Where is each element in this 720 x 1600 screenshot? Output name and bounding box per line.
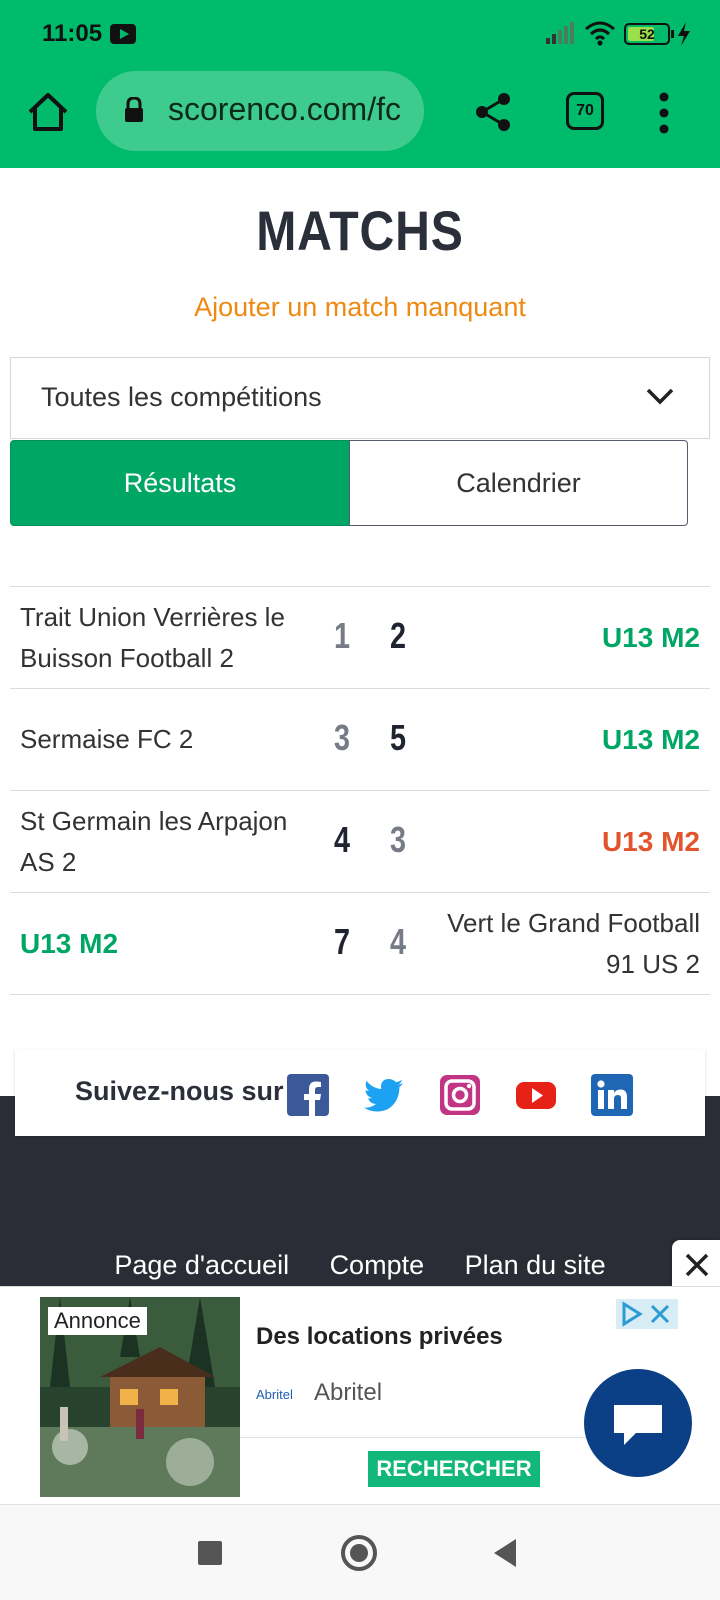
home-score: 4 [333, 819, 351, 860]
match-list: Trait Union Verrières le Buisson Footbal… [10, 586, 710, 995]
away-team: U13 M2 [601, 826, 700, 857]
away-score: 4 [389, 921, 407, 962]
youtube-notification-icon [110, 24, 136, 44]
adchoices-icon[interactable] [616, 1299, 678, 1329]
system-nav-bar [0, 1504, 720, 1600]
follow-label: Suivez-nous sur [75, 1076, 284, 1106]
share-icon[interactable] [474, 92, 512, 132]
ad-brand-logo: Abritel [256, 1387, 293, 1402]
back-icon[interactable] [494, 1539, 516, 1567]
match-row[interactable]: Trait Union Verrières le Buisson Footbal… [10, 587, 710, 689]
battery-percent: 52 [639, 26, 655, 42]
charging-icon [678, 22, 690, 46]
chat-icon[interactable] [584, 1369, 692, 1477]
close-ad-icon[interactable] [672, 1240, 720, 1288]
home-team: Trait Union Verrières le Buisson Footbal… [20, 602, 285, 673]
ad-divider [240, 1437, 600, 1438]
away-team: Vert le Grand Football 91 US 2 [447, 908, 700, 979]
twitter-icon[interactable] [363, 1074, 405, 1116]
page-title: MATCHS [256, 199, 464, 262]
match-row[interactable]: U13 M2 7 4 Vert le Grand Football 91 US … [10, 893, 710, 995]
home-team: U13 M2 [20, 928, 119, 959]
status-time: 11:05 [42, 20, 103, 47]
footer-link-account[interactable]: Compte [330, 1250, 425, 1281]
lock-icon [125, 97, 143, 122]
away-score: 2 [389, 615, 407, 656]
ad-title[interactable]: Des locations privées [256, 1323, 503, 1351]
status-bar: 11:05 52 [0, 0, 720, 68]
footer-link-home[interactable]: Page d'accueil [114, 1250, 289, 1281]
recents-icon[interactable] [198, 1541, 222, 1565]
more-vert-icon[interactable] [652, 92, 676, 134]
chevron-down-icon [646, 388, 674, 405]
instagram-icon[interactable] [439, 1074, 481, 1116]
signal-icon [546, 22, 574, 44]
home-team: St Germain les Arpajon AS 2 [20, 806, 288, 877]
away-team: U13 M2 [601, 622, 700, 653]
home-icon[interactable] [26, 90, 70, 134]
wifi-icon [585, 21, 615, 46]
youtube-icon[interactable] [515, 1074, 557, 1116]
tab-calendar[interactable]: Calendrier [349, 440, 688, 526]
home-team: Sermaise FC 2 [20, 724, 194, 754]
url-text[interactable]: scorenco.com/fc [168, 91, 408, 128]
ad-cta-button[interactable]: RECHERCHER [368, 1451, 540, 1487]
tab-results[interactable]: Résultats [10, 440, 350, 526]
ad-brand: Abritel [314, 1379, 383, 1406]
home-score: 1 [333, 615, 351, 656]
browser-header: 11:05 52 scorenco.com/fc 70 [0, 0, 720, 168]
home-score: 3 [333, 717, 351, 758]
battery-icon: 52 [624, 23, 674, 45]
away-score: 3 [389, 819, 407, 860]
ad-banner[interactable]: Annonce Des locations privées Abritel Ab… [0, 1286, 720, 1504]
ad-label: Annonce [48, 1307, 147, 1335]
competition-select-value: Toutes les compétitions [41, 382, 322, 412]
facebook-icon[interactable] [287, 1074, 329, 1116]
match-row[interactable]: St Germain les Arpajon AS 2 4 3 U13 M2 [10, 791, 710, 893]
match-row[interactable]: Sermaise FC 2 3 5 U13 M2 [10, 689, 710, 791]
footer-link-sitemap[interactable]: Plan du site [465, 1250, 606, 1281]
footer-links: Page d'accueil Compte Plan du site [0, 1250, 720, 1281]
away-score: 5 [389, 717, 407, 758]
tabs-count-button[interactable]: 70 [566, 92, 604, 130]
home-score: 7 [333, 921, 351, 962]
home-nav-icon[interactable] [341, 1535, 377, 1571]
social-follow-box: Suivez-nous sur [15, 1050, 705, 1136]
away-team: U13 M2 [601, 724, 700, 755]
competition-select[interactable]: Toutes les compétitions [10, 357, 710, 439]
linkedin-icon[interactable] [591, 1074, 633, 1116]
url-bar[interactable]: scorenco.com/fc [96, 71, 424, 151]
add-missing-match-link[interactable]: Ajouter un match manquant [0, 292, 720, 323]
